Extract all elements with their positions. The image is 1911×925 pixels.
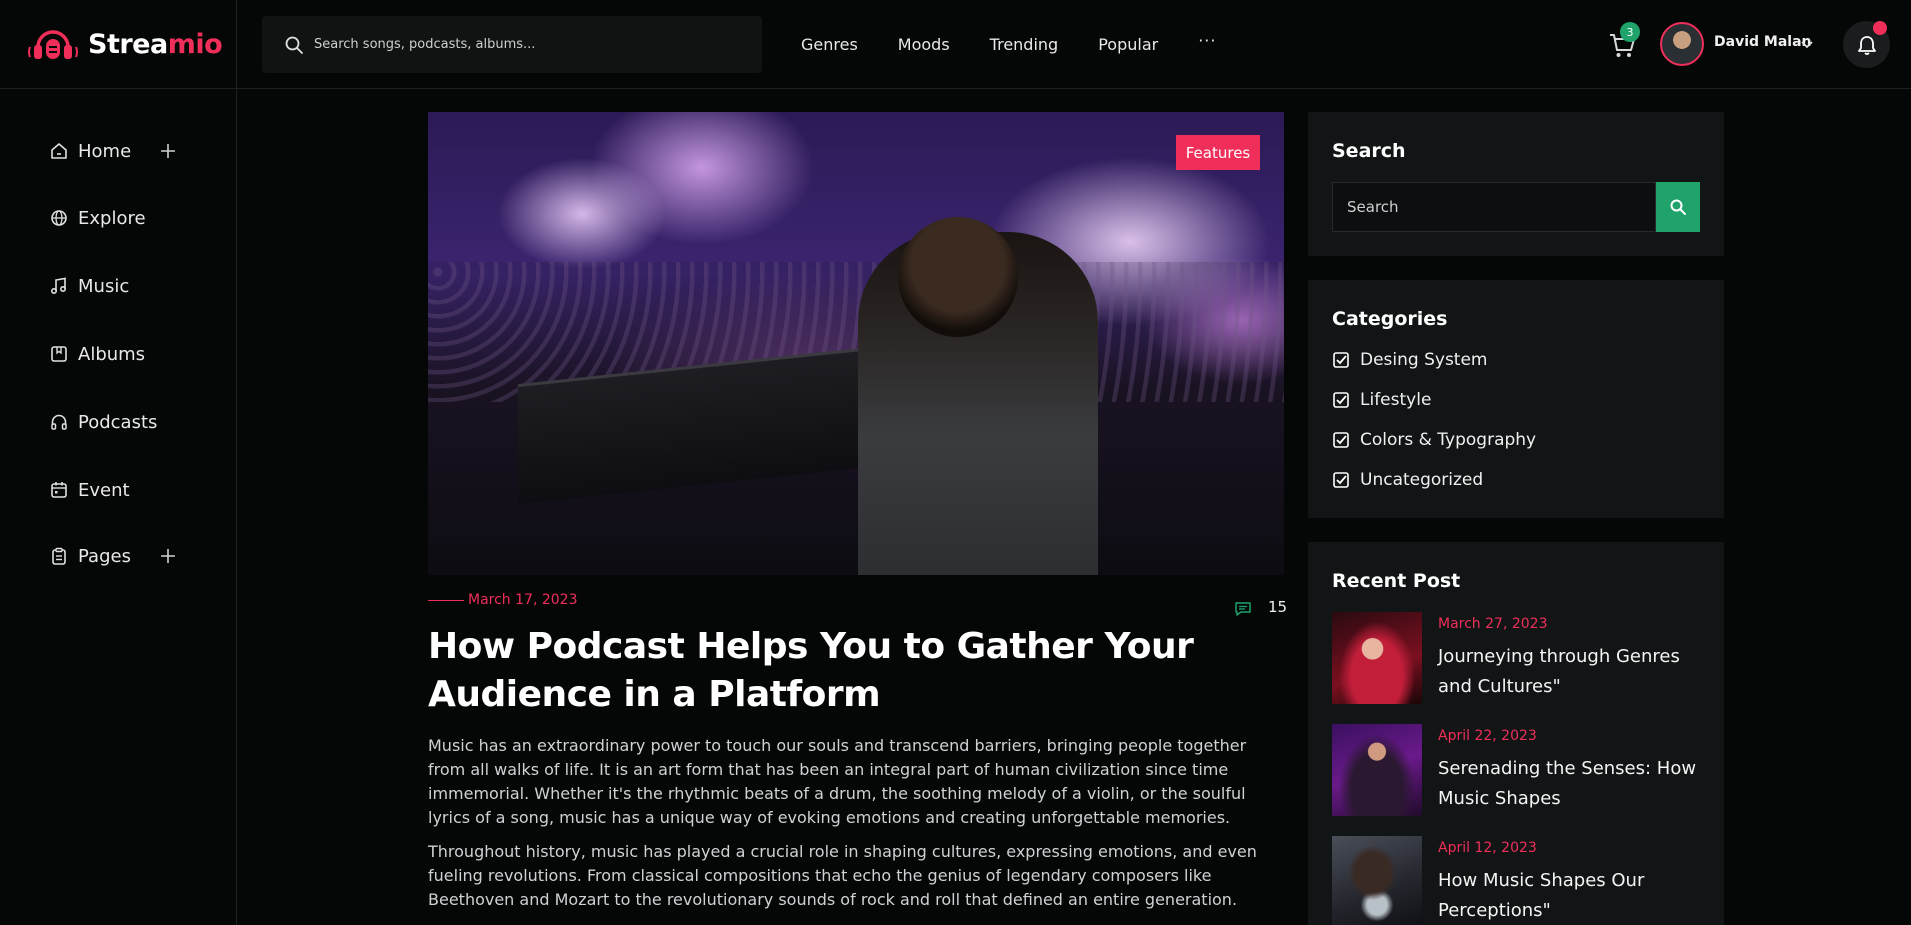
article-title: How Podcast Helps You to Gather Your Aud… (428, 626, 1194, 715)
categories-widget: Categories Desing System Lifestyle Color… (1308, 280, 1724, 518)
headphones-icon (51, 414, 67, 430)
sidebar-item-label: Event (78, 479, 130, 501)
recent-post-title[interactable]: Serenading the Senses: How Music Shapes (1438, 754, 1708, 814)
sidebar-item-event[interactable]: Event (50, 475, 190, 505)
search-widget: Search (1308, 112, 1724, 256)
article-paragraph: Throughout history, music has played a c… (428, 842, 1257, 909)
chevron-down-icon[interactable] (1800, 38, 1814, 52)
recent-post-item[interactable]: April 22, 2023 Serenading the Senses: Ho… (1332, 724, 1702, 816)
category-label: Lifestyle (1360, 390, 1432, 410)
category-label: Desing System (1360, 350, 1488, 370)
checkbox-checked-icon (1333, 472, 1349, 488)
nav-moods[interactable]: Moods (898, 35, 950, 54)
categories-widget-title: Categories (1332, 308, 1448, 330)
top-bar: Streamio Genres Moods Trending Popular ·… (0, 0, 1911, 89)
hero-dj-head (898, 217, 1018, 337)
comment-icon[interactable] (1234, 600, 1252, 618)
user-avatar[interactable] (1660, 22, 1704, 66)
recent-posts-widget: Recent Post March 27, 2023 Journeying th… (1308, 542, 1724, 925)
article-paragraph: Music has an extraordinary power to touc… (428, 736, 1247, 827)
checkbox-checked-icon (1333, 352, 1349, 368)
user-name[interactable]: David Malan (1714, 34, 1811, 50)
category-item[interactable]: Lifestyle (1332, 390, 1431, 410)
recent-post-thumbnail[interactable] (1332, 612, 1422, 704)
sidebar-item-label: Explore (78, 207, 146, 229)
cart-count-badge: 3 (1620, 22, 1640, 42)
clipboard-icon (52, 547, 66, 565)
music-note-icon (50, 277, 67, 295)
album-icon (51, 346, 67, 362)
comment-count: 15 (1268, 598, 1288, 616)
category-item[interactable]: Desing System (1332, 350, 1488, 370)
sidebar-item-label: Pages (78, 545, 131, 567)
category-item[interactable]: Colors & Typography (1332, 430, 1536, 450)
home-icon (51, 143, 67, 159)
top-nav: Genres Moods Trending Popular ··· (801, 0, 1216, 89)
recent-post-date: March 27, 2023 (1438, 616, 1548, 632)
search-icon (285, 36, 303, 54)
search-widget-title: Search (1332, 140, 1406, 162)
sidebar-item-label: Music (78, 275, 130, 297)
nav-popular[interactable]: Popular (1098, 35, 1158, 54)
bell-icon (1857, 35, 1876, 55)
category-badge[interactable]: Features (1176, 135, 1260, 170)
nav-more-button[interactable]: ··· (1198, 31, 1216, 50)
brand-name-part1: Strea (88, 29, 168, 60)
date-accent-line (428, 600, 464, 601)
recent-post-item[interactable]: March 27, 2023 Journeying through Genres… (1332, 612, 1702, 704)
article-hero-image[interactable] (428, 112, 1284, 575)
category-item[interactable]: Uncategorized (1332, 470, 1483, 490)
category-label: Uncategorized (1360, 470, 1484, 490)
category-label: Colors & Typography (1360, 430, 1537, 450)
calendar-icon (51, 482, 67, 498)
sidebar-search-input[interactable] (1347, 198, 1627, 216)
recent-post-title[interactable]: Journeying through Genres and Cultures" (1438, 642, 1708, 702)
checkbox-checked-icon (1333, 392, 1349, 408)
sidebar-item-music[interactable]: Music (50, 271, 190, 301)
recent-post-thumbnail[interactable] (1332, 836, 1422, 925)
global-search-input[interactable] (314, 37, 734, 52)
recent-posts-title: Recent Post (1332, 570, 1461, 592)
globe-icon (51, 210, 67, 226)
sidebar-item-podcasts[interactable]: Podcasts (50, 407, 190, 437)
article-date: March 17, 2023 (468, 592, 578, 608)
recent-post-date: April 22, 2023 (1438, 728, 1537, 744)
nav-trending[interactable]: Trending (990, 35, 1059, 54)
checkbox-checked-icon (1333, 432, 1349, 448)
recent-post-item[interactable]: April 12, 2023 How Music Shapes Our Perc… (1332, 836, 1702, 925)
sidebar-search-button[interactable] (1656, 182, 1700, 232)
recent-post-title[interactable]: How Music Shapes Our Perceptions" (1438, 866, 1708, 925)
sidebar-item-explore[interactable]: Explore (50, 203, 190, 233)
sidebar-item-albums[interactable]: Albums (50, 339, 190, 369)
expand-pages-plus-icon[interactable] (160, 548, 176, 564)
sidebar-search-field[interactable] (1332, 182, 1656, 232)
notification-dot (1873, 21, 1887, 35)
sidebar-item-label: Podcasts (78, 411, 158, 433)
search-icon (1670, 199, 1686, 215)
sidebar: Home Explore Music Albums Podcasts Event… (0, 89, 237, 925)
nav-genres[interactable]: Genres (801, 35, 858, 54)
brand-name-part2: mio (167, 29, 223, 60)
recent-post-thumbnail[interactable] (1332, 724, 1422, 816)
brand-name: Streamio (88, 29, 223, 60)
sidebar-item-label: Albums (78, 343, 146, 365)
brand-logo[interactable]: Streamio (0, 0, 237, 89)
headphones-logo-icon (28, 29, 78, 59)
recent-post-date: April 12, 2023 (1438, 840, 1537, 856)
sidebar-item-label: Home (78, 140, 132, 162)
expand-home-plus-icon[interactable] (160, 143, 176, 159)
global-search[interactable] (262, 16, 762, 73)
